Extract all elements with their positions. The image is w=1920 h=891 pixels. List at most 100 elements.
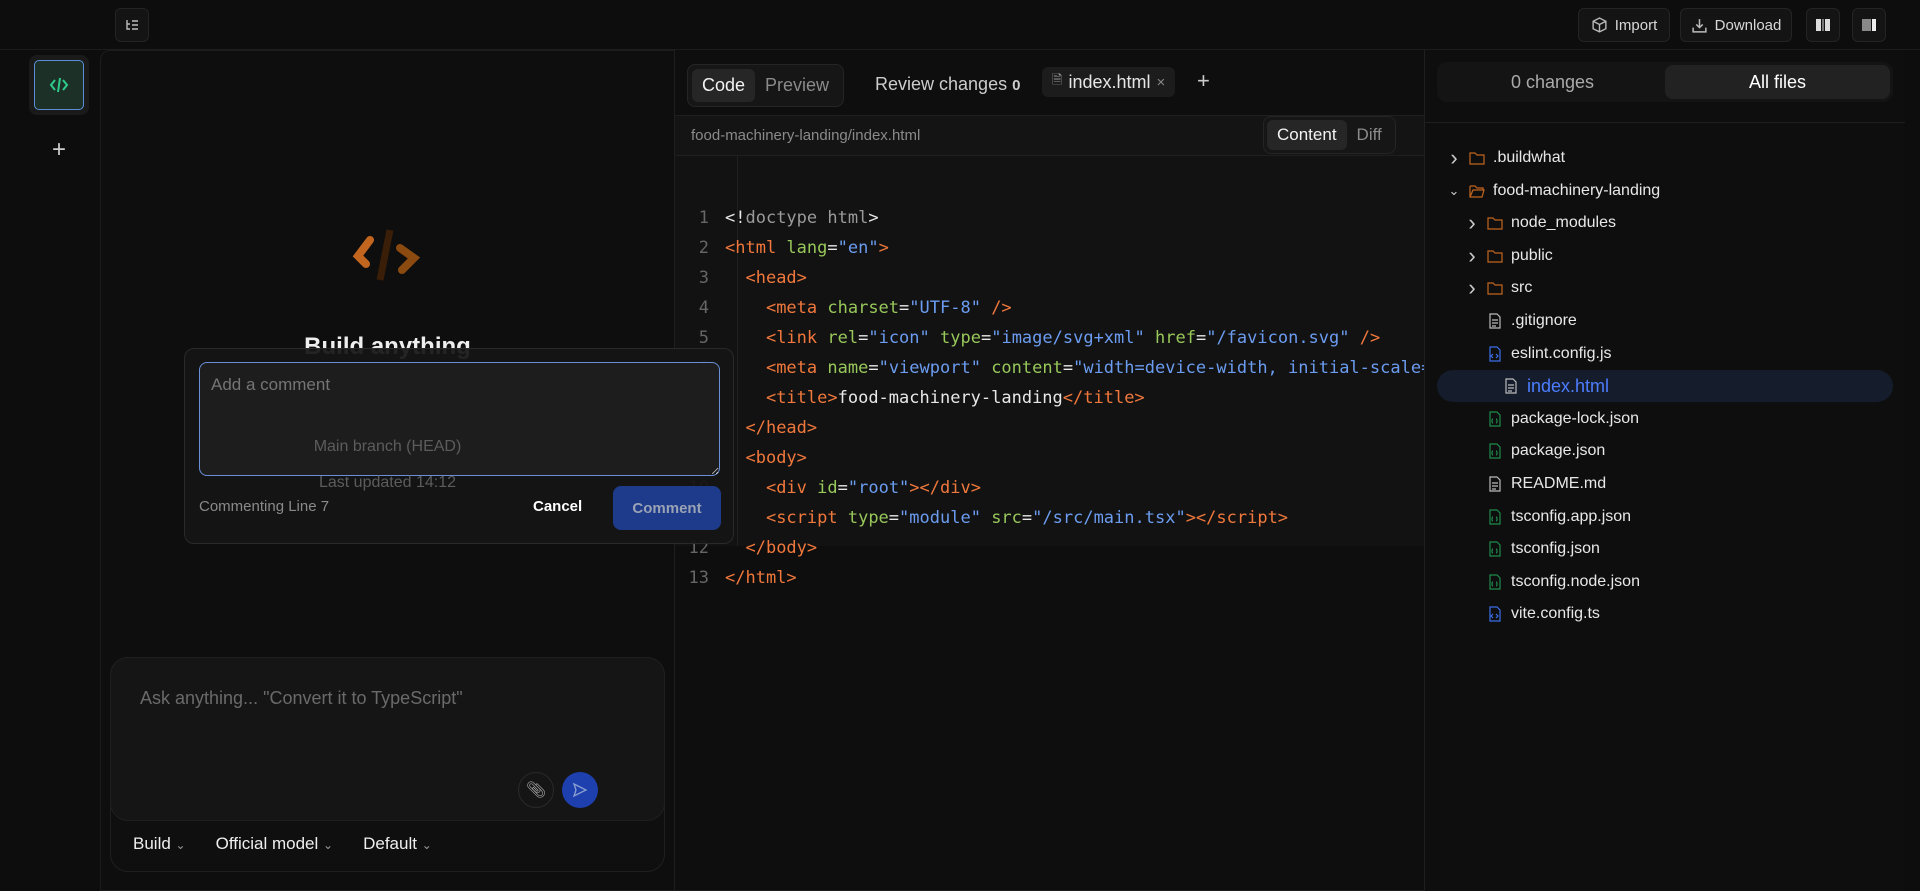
cancel-button[interactable]: Cancel: [533, 498, 582, 515]
code-line: 1 <!doctype html>: [675, 203, 1424, 233]
columns-icon: [1816, 19, 1830, 31]
folder-icon: [1487, 217, 1503, 230]
file-tree-item[interactable]: package-lock.json: [1465, 403, 1639, 435]
commenting-line-label: Commenting Line 7: [199, 498, 330, 515]
left-rail: +: [0, 50, 100, 891]
file-json-icon: [1489, 508, 1501, 525]
file-panel: 0 changes All files › .buildwhat ⌄ food-mac…: [1424, 50, 1905, 891]
send-button[interactable]: [562, 772, 598, 808]
tab-diff[interactable]: Diff: [1347, 120, 1392, 150]
file-tree-item[interactable]: package.json: [1465, 435, 1605, 467]
file-path: food-machinery-landing/index.html: [691, 127, 921, 144]
file-name: README.md: [1511, 475, 1607, 492]
list-tree-icon: [126, 20, 138, 30]
file-name: tsconfig.json: [1511, 540, 1600, 558]
file-text-icon: [1505, 378, 1517, 394]
toggle-sidebar-button[interactable]: [115, 8, 149, 42]
chevron-right-icon[interactable]: ›: [1465, 275, 1479, 301]
chevron-right-icon[interactable]: ›: [1465, 243, 1479, 269]
tab-index-html[interactable]: 🗎︎ index.html ×: [1042, 67, 1176, 97]
tab-all-files[interactable]: All files: [1665, 65, 1890, 99]
code-line: 5 <link rel="icon" type="image/svg+xml" …: [675, 323, 1424, 353]
download-button[interactable]: Download: [1680, 8, 1792, 42]
line-number: 1: [698, 208, 709, 228]
new-tab-button[interactable]: +: [1197, 68, 1210, 94]
file-tree-item[interactable]: vite.config.ts: [1465, 598, 1600, 630]
panel-right-icon: [1862, 19, 1876, 31]
file-tree-item[interactable]: › node_modules: [1465, 207, 1616, 239]
split-view-button[interactable]: [1806, 8, 1840, 42]
file-panel-tabs: 0 changes All files: [1437, 62, 1893, 102]
file-tree-item[interactable]: .gitignore: [1465, 305, 1577, 337]
file-json-icon: [1489, 411, 1501, 427]
paperclip-icon: 📎︎: [525, 782, 547, 799]
code-icon: [49, 77, 69, 93]
folder-icon: [1487, 282, 1503, 295]
chevron-down-icon: ⌄: [421, 838, 432, 852]
chevron-right-icon[interactable]: ›: [1465, 210, 1479, 236]
chat-input-placeholder: Ask anything... "Convert it to TypeScrip…: [140, 688, 463, 708]
file-name: src: [1511, 279, 1533, 297]
file-tree-item[interactable]: tsconfig.json: [1465, 533, 1600, 565]
file-tree-item[interactable]: index.html: [1437, 370, 1893, 403]
line-number: 4: [698, 298, 709, 318]
editor-tabbar: Code Preview Review changes 0 🗎︎ index.h…: [675, 50, 1424, 116]
plus-icon: +: [1197, 68, 1210, 93]
comment-input[interactable]: [199, 362, 720, 476]
workspace-slot: [29, 55, 89, 115]
line-number: 3: [698, 268, 709, 288]
code-line: 11 <script type="module" src="/src/main.…: [675, 503, 1424, 533]
panel-toggle-button[interactable]: [1852, 8, 1886, 42]
code-line: 4 <meta charset="UTF-8" />: [675, 293, 1424, 323]
folder-open-icon: [1469, 184, 1485, 198]
add-workspace-button[interactable]: +: [44, 135, 74, 165]
file-name: public: [1511, 246, 1553, 264]
chat-input[interactable]: Ask anything... "Convert it to TypeScrip…: [110, 657, 665, 821]
tab-review-changes[interactable]: Review changes 0: [875, 74, 1020, 95]
tab-code[interactable]: Code: [692, 69, 756, 102]
attach-button[interactable]: 📎︎: [518, 772, 554, 808]
file-tree-item[interactable]: tsconfig.app.json: [1465, 501, 1631, 533]
divider: [1425, 122, 1905, 123]
content-diff-toggle: Content Diff: [1263, 116, 1396, 154]
comment-submit-button[interactable]: Comment: [613, 486, 721, 530]
tab-preview[interactable]: Preview: [755, 69, 839, 102]
file-tree-item[interactable]: README.md: [1465, 468, 1606, 500]
workspace-button[interactable]: [34, 60, 84, 110]
import-button[interactable]: Import: [1578, 8, 1670, 42]
file-name: node_modules: [1511, 214, 1616, 232]
comment-popup: Commenting Line 7 Cancel Comment: [184, 348, 734, 544]
file-name: eslint.config.js: [1511, 344, 1612, 362]
mode-label: Build: [133, 834, 171, 853]
line-number: 2: [698, 238, 709, 258]
file-icon: 🗎︎: [1052, 72, 1063, 87]
file-tree-item[interactable]: › src: [1465, 272, 1532, 304]
model-select[interactable]: Official model ⌄: [216, 834, 333, 854]
file-name: .buildwhat: [1493, 149, 1566, 166]
plus-icon: +: [51, 136, 66, 163]
model-label: Official model: [215, 834, 319, 853]
chevron-down-icon: ⌄: [175, 838, 186, 852]
mode-select[interactable]: Build ⌄: [133, 834, 186, 854]
composer-options: Build ⌄ Official model ⌄ Default ⌄: [133, 834, 432, 854]
line-number: 13: [688, 568, 709, 588]
file-name: package.json: [1511, 442, 1606, 460]
top-bar: Import Download: [0, 0, 1920, 50]
review-label: Review changes: [875, 74, 1008, 94]
chevron-down-icon: ⌄: [323, 838, 334, 852]
tab-changes[interactable]: 0 changes: [1440, 65, 1665, 99]
file-name: food-machinery-landing: [1493, 181, 1661, 199]
file-tree-item[interactable]: eslint.config.js: [1465, 338, 1612, 370]
file-tree-item[interactable]: tsconfig.node.json: [1465, 566, 1640, 598]
file-tree-item[interactable]: › .buildwhat: [1447, 142, 1565, 174]
tab-content[interactable]: Content: [1267, 120, 1347, 150]
chevron-right-icon[interactable]: ›: [1447, 145, 1461, 171]
file-tree-item[interactable]: › public: [1465, 240, 1553, 272]
file-json-icon: [1489, 541, 1501, 557]
preset-select[interactable]: Default ⌄: [363, 834, 432, 854]
code-panel: Code Preview Review changes 0 🗎︎ index.h…: [675, 50, 1424, 588]
path-bar: food-machinery-landing/index.html Conten…: [675, 116, 1424, 156]
file-tree-item[interactable]: ⌄ food-machinery-landing: [1447, 175, 1661, 207]
close-icon[interactable]: ×: [1157, 74, 1166, 91]
chevron-down-icon[interactable]: ⌄: [1447, 183, 1461, 199]
